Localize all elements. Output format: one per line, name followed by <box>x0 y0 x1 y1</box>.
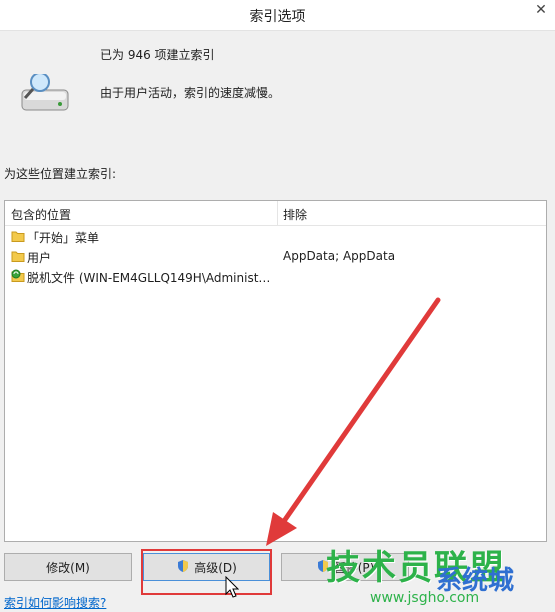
watermark: 技术员联盟 系统城 www.jsgho.com <box>326 540 552 610</box>
watermark-url: www.jsgho.com <box>370 590 480 606</box>
locations-list[interactable]: 包含的位置 排除 「开始」菜单 用户 AppData; AppData 脱机文件… <box>4 200 547 542</box>
title-bar: 索引选项 ✕ <box>0 0 555 31</box>
column-header-excluded[interactable]: 排除 <box>283 206 307 223</box>
modify-button[interactable]: 修改(M) <box>4 553 132 581</box>
folder-icon <box>11 229 25 243</box>
indexing-state-text: 由于用户活动，索引的速度减慢。 <box>100 86 281 100</box>
mouse-cursor-icon <box>225 575 240 601</box>
excluded-location: AppData; AppData <box>283 249 396 263</box>
window-title: 索引选项 <box>249 9 306 25</box>
list-item[interactable]: 用户 AppData; AppData <box>5 247 546 267</box>
close-button[interactable]: ✕ <box>527 0 555 22</box>
column-header-included[interactable]: 包含的位置 <box>11 206 71 223</box>
included-location: 脱机文件 (WIN-EM4GLLQ149H\Administr... <box>27 271 273 285</box>
list-header: 包含的位置 排除 <box>5 201 546 226</box>
modify-button-label: 修改(M) <box>46 561 90 575</box>
included-location: 用户 <box>27 251 52 265</box>
column-divider[interactable] <box>277 201 278 225</box>
list-item[interactable]: 脱机文件 (WIN-EM4GLLQ149H\Administr... <box>5 267 546 287</box>
folder-icon <box>11 249 25 263</box>
highlight-box <box>141 549 272 595</box>
indexed-count-text: 已为 946 项建立索引 <box>100 48 215 62</box>
sync-folder-icon <box>11 269 25 283</box>
included-location: 「开始」菜单 <box>27 231 100 245</box>
list-item[interactable]: 「开始」菜单 <box>5 227 546 247</box>
locations-label: 为这些位置建立索引: <box>4 167 117 181</box>
help-link[interactable]: 索引如何影响搜索? <box>4 594 106 611</box>
index-drive-icon <box>18 72 72 117</box>
